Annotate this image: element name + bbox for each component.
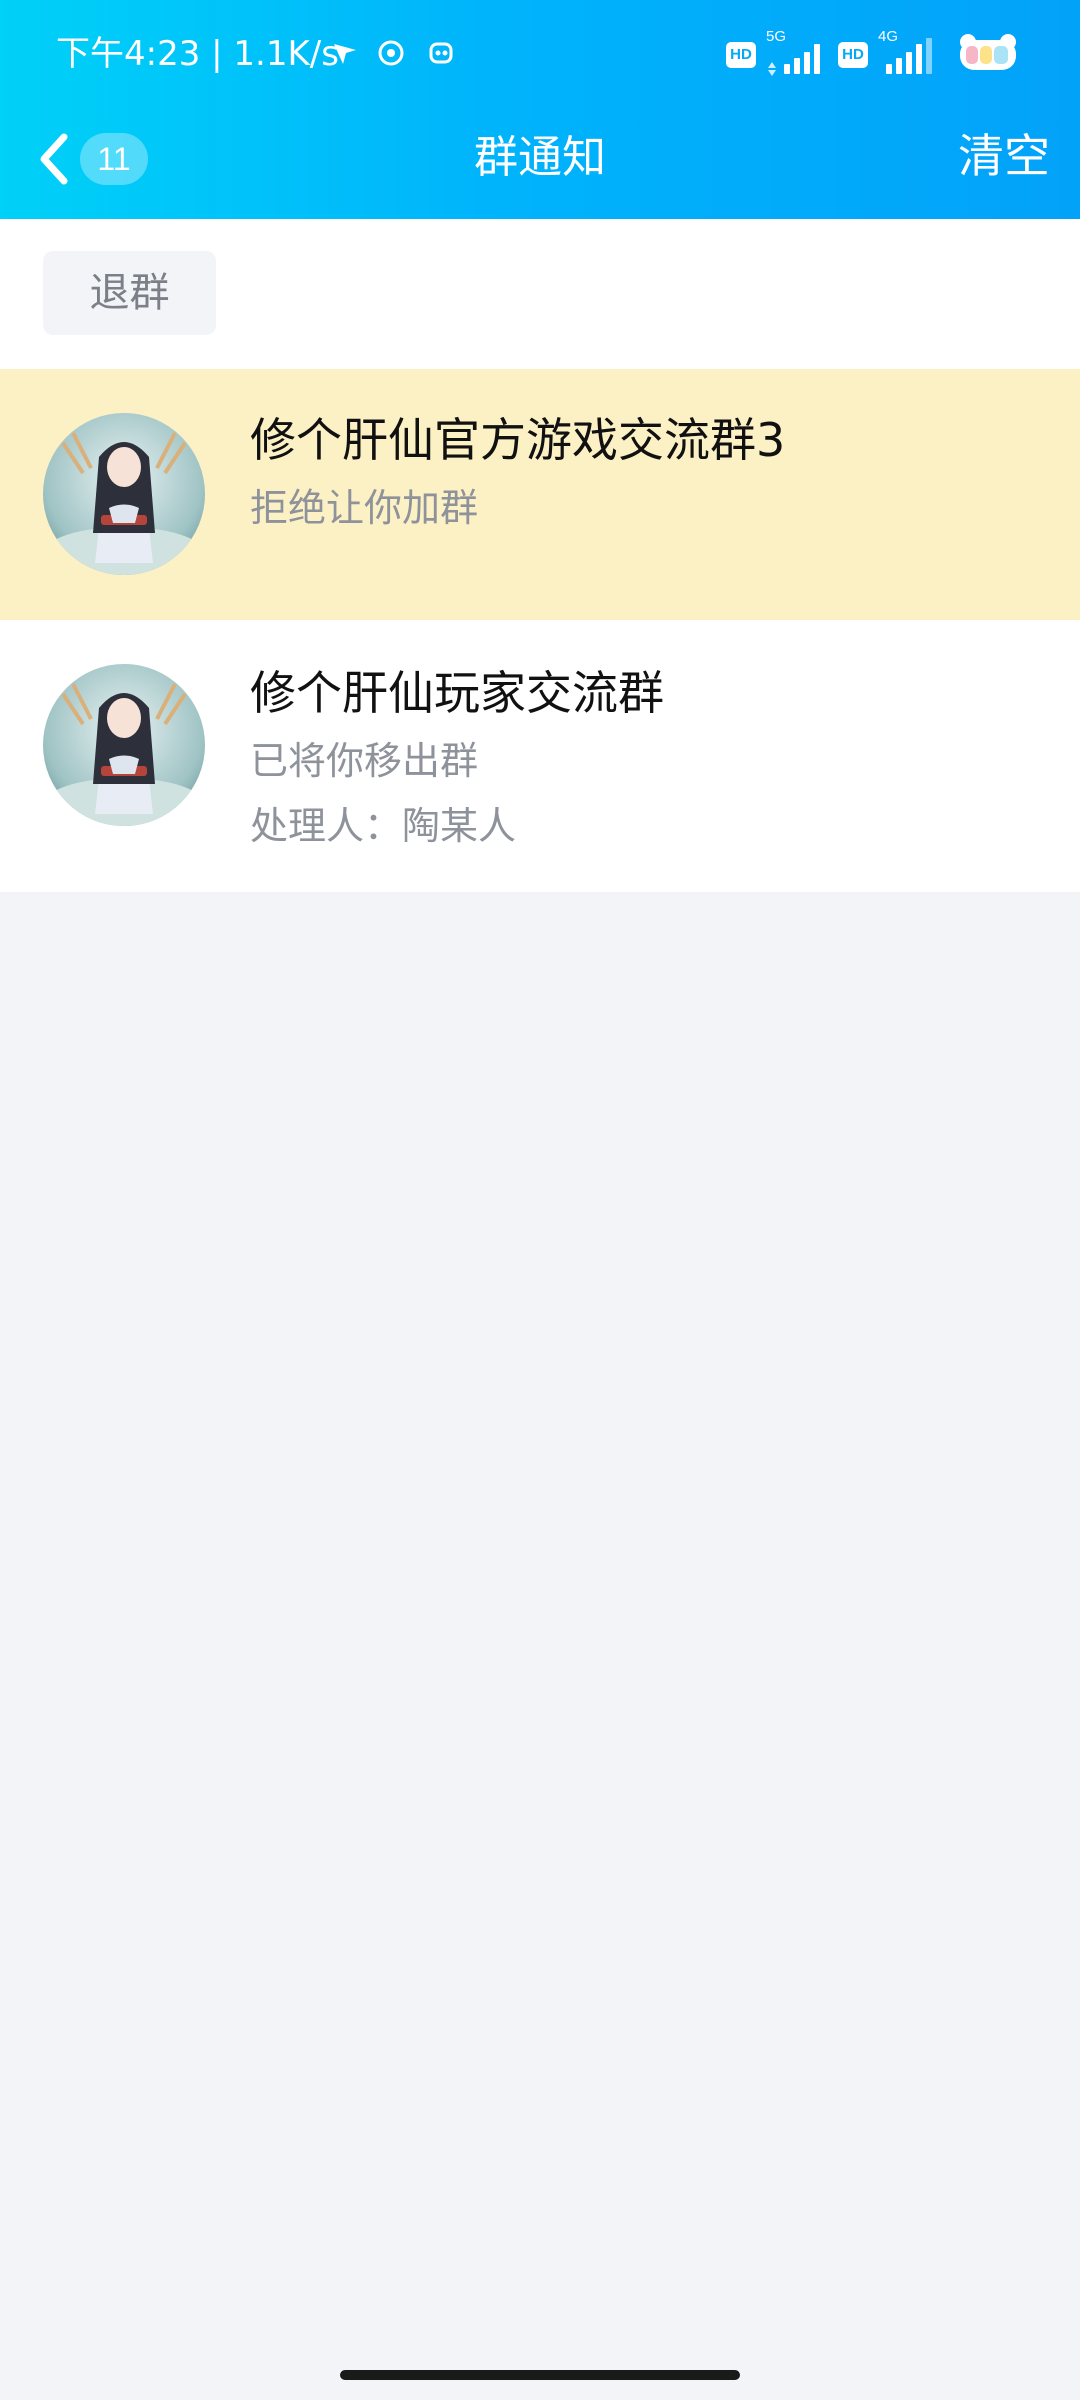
home-indicator[interactable] bbox=[340, 2370, 740, 2380]
signal-bars-icon bbox=[768, 44, 820, 76]
group-avatar-image bbox=[43, 413, 205, 575]
status-bar: 下午4:23 | 1.1K/s HD 5G HD 4G bbox=[0, 0, 1080, 110]
signal-bars-icon bbox=[886, 38, 932, 74]
status-time-speed: 下午4:23 | 1.1K/s bbox=[56, 34, 339, 74]
page-title: 群通知 bbox=[474, 132, 606, 183]
notice-item[interactable]: 修个肝仙官方游戏交流群3 拒绝让你加群 bbox=[0, 369, 1080, 620]
header: 下午4:23 | 1.1K/s HD 5G HD 4G 11 群通知 清空 bbox=[0, 0, 1080, 219]
app-notification-icon-2 bbox=[429, 42, 453, 64]
group-name: 修个肝仙官方游戏交流群3 bbox=[250, 413, 786, 467]
group-avatar[interactable] bbox=[43, 413, 205, 575]
nav-bar: 11 群通知 清空 bbox=[0, 110, 1080, 219]
notice-message: 拒绝让你加群 bbox=[250, 486, 479, 530]
signal-5g: 5G bbox=[764, 28, 830, 78]
app-notification-icon bbox=[378, 40, 404, 66]
battery-icon bbox=[960, 34, 1016, 70]
filter-section: 退群 bbox=[0, 219, 1080, 369]
status-right-icons: HD 5G HD 4G bbox=[726, 28, 1020, 80]
hd-badge-1: HD bbox=[726, 42, 756, 68]
signal-4g: 4G bbox=[876, 28, 942, 78]
send-arrow-icon bbox=[334, 44, 356, 64]
filter-chip-quit-group[interactable]: 退群 bbox=[43, 251, 216, 335]
notice-item[interactable]: 修个肝仙玩家交流群 已将你移出群 处理人：陶某人 bbox=[0, 620, 1080, 892]
clear-button[interactable]: 清空 bbox=[958, 126, 1050, 186]
notice-message: 已将你移出群 bbox=[250, 739, 479, 783]
group-avatar-image bbox=[43, 664, 205, 826]
group-avatar[interactable] bbox=[43, 664, 205, 826]
hd-badge-2: HD bbox=[838, 42, 868, 68]
group-name: 修个肝仙玩家交流群 bbox=[250, 666, 664, 720]
notice-handler: 处理人：陶某人 bbox=[250, 804, 517, 848]
